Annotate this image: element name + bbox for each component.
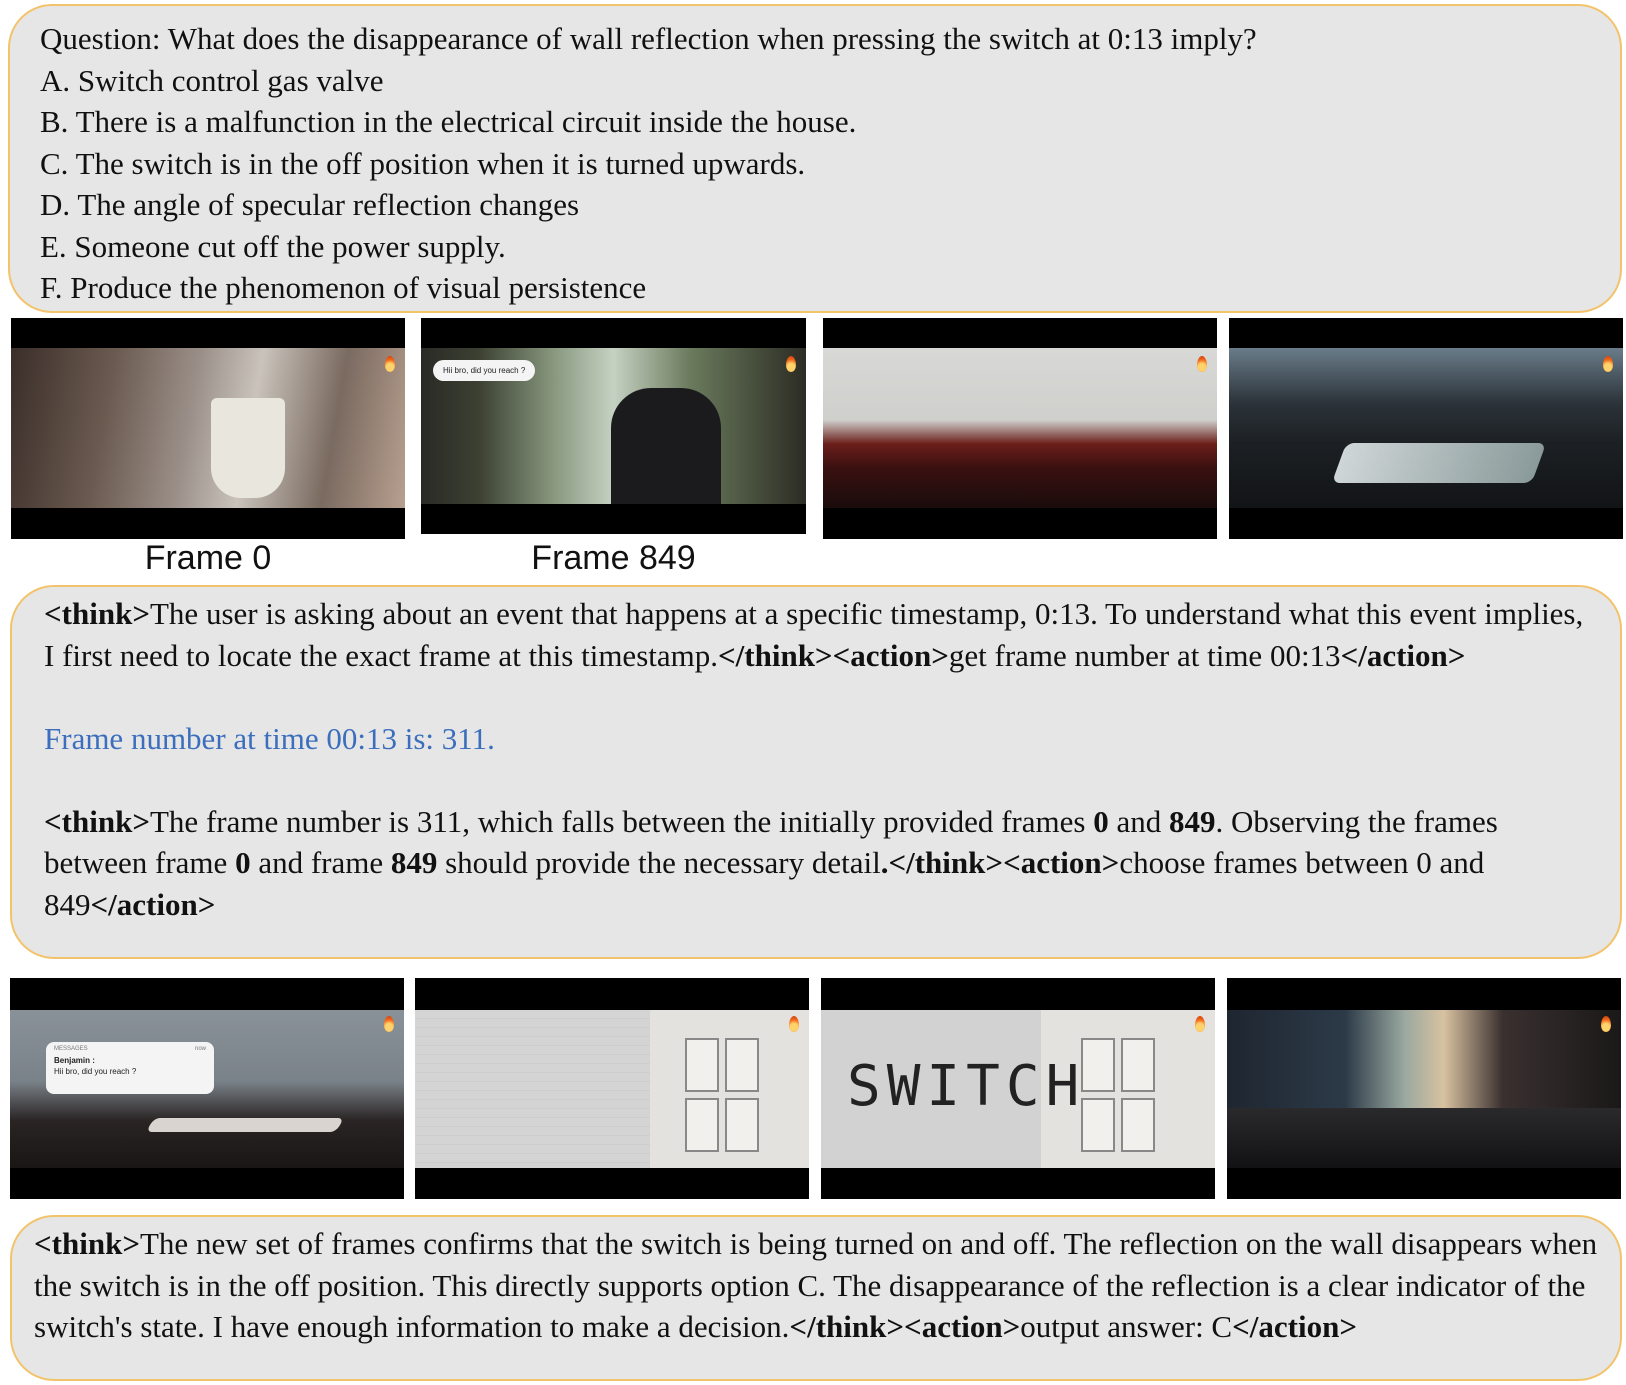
video-frame-r2-2 [415,978,809,1199]
step2-bold-c: 0 [235,845,251,880]
notification-card: MESSAGES now Benjamin : Hii bro, did you… [46,1042,214,1094]
think-open-tag: <think> [44,596,150,631]
action-close-tag: </action> [1232,1309,1357,1344]
action-open-tag: <action> [904,1309,1021,1344]
step3-action-text: output answer: C [1020,1309,1233,1344]
question-box: Question: What does the disappearance of… [8,4,1622,313]
message-bubble: Hii bro, did you reach ? [433,360,536,381]
option-c: C. The switch is in the off position whe… [40,145,806,181]
notification-text: Hii bro, did you reach ? [54,1067,137,1076]
step2-text-e: should provide the necessary detail [437,845,881,880]
question-text: Question: What does the disappearance of… [40,21,1257,56]
action-close-tag: </action> [90,886,216,922]
flame-logo-icon [786,356,796,372]
flame-logo-icon [384,1016,394,1032]
action-open-tag: <action> [1003,845,1120,880]
option-d: D. The angle of specular reflection chan… [40,187,580,222]
option-b: B. There is a malfunction in the electri… [40,104,857,139]
think-close-tag: </think> [888,845,1004,880]
flame-logo-icon [385,356,395,372]
video-frame-r2-4 [1227,978,1621,1199]
step1-action-text: get frame number at time 00:13 [948,637,1341,673]
switch-word: SWITCH [847,1054,1086,1119]
think-close-tag: </think> [789,1309,905,1344]
flame-logo-icon [1197,356,1207,372]
step1-paragraph: <think>The user is asking about an event… [44,593,1588,676]
step2-bold-a: 0 [1093,803,1109,839]
video-frame-r2-1: MESSAGES now Benjamin : Hii bro, did you… [10,978,404,1199]
reasoning-box-1: <think>The user is asking about an event… [10,585,1622,959]
notification-time: now [194,1046,206,1052]
video-frame-849: Hii bro, did you reach ? [421,318,806,534]
option-f: F. Produce the phenomenon of visual pers… [40,270,647,305]
step2-text-a: The frame number is 311, which falls bet… [150,803,1094,839]
flame-logo-icon [1603,356,1613,372]
think-close-tag: </think> [718,637,833,673]
step2-bold-d: 849 [390,845,438,880]
video-frame-3 [823,318,1217,539]
flame-logo-icon [1601,1016,1611,1032]
frame-0-label: Frame 0 [144,539,272,577]
option-e: E. Someone cut off the power supply. [40,228,506,264]
action-close-tag: </action> [1340,637,1466,673]
video-frame-4 [1229,318,1623,539]
action-open-tag: <action> [832,637,949,673]
video-frame-0 [11,318,405,539]
think-open-tag: <think> [34,1226,140,1261]
video-frame-r2-3: SWITCH [821,978,1215,1199]
flame-logo-icon [1195,1016,1205,1032]
think-open-tag: <think> [44,803,150,839]
step3-paragraph: <think>The new set of frames confirms th… [34,1223,1598,1348]
step2-text-b: and [1108,803,1169,839]
reasoning-box-2: <think>The new set of frames confirms th… [10,1215,1622,1381]
step2-paragraph: <think>The frame number is 311, which fa… [44,801,1588,926]
flame-logo-icon [789,1016,799,1032]
notification-sender: Benjamin : [54,1056,95,1065]
step2-text-d: and frame [250,845,391,880]
step2-bold-b: 849 [1168,803,1216,839]
observation-text: Frame number at time 00:13 is: 311. [44,720,495,756]
notification-app: MESSAGES [54,1046,88,1052]
option-a: A. Switch control gas valve [40,62,384,98]
message-bubble-text: Hii bro, did you reach ? [443,366,526,375]
frame-849-label: Frame 849 [531,539,696,577]
